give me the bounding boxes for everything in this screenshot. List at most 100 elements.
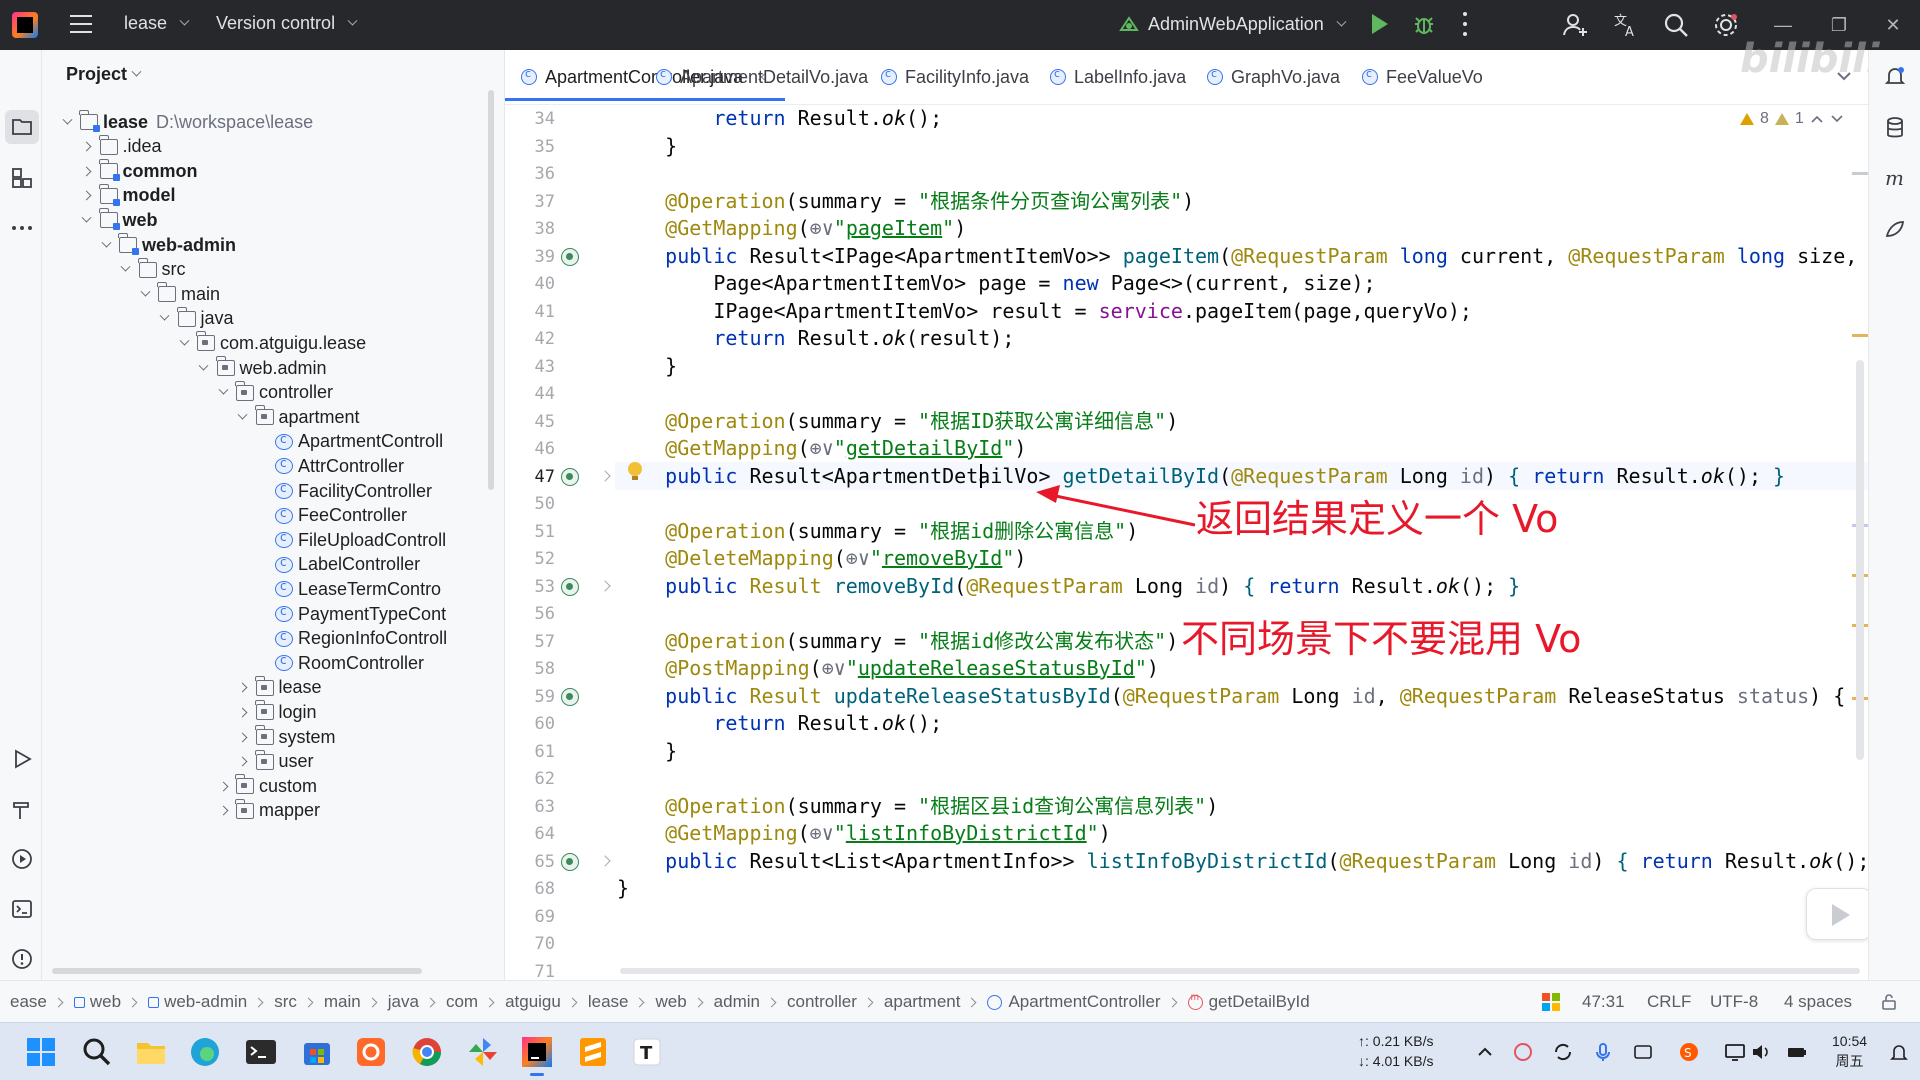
breadcrumb-item[interactable]: com: [446, 992, 478, 1012]
close-window-icon[interactable]: ✕: [1876, 8, 1910, 42]
database-icon[interactable]: [1883, 116, 1907, 140]
pinwheel-app-icon[interactable]: [466, 1035, 500, 1069]
build-hammer-icon[interactable]: [10, 797, 34, 821]
lock-icon[interactable]: [1880, 993, 1898, 1011]
run-tool-icon[interactable]: [10, 747, 34, 771]
project-horizontal-scrollbar[interactable]: [52, 968, 422, 974]
code-line[interactable]: }: [617, 874, 629, 902]
spring-mapping-gutter-icon[interactable]: [561, 577, 579, 596]
expand-arrow-down-icon[interactable]: [97, 236, 115, 254]
fold-chevron-icon[interactable]: [599, 469, 611, 482]
breadcrumb-item[interactable]: ApartmentController: [1008, 992, 1160, 1012]
breadcrumb-item[interactable]: apartment: [884, 992, 961, 1012]
tray-app-icon[interactable]: [1512, 1041, 1534, 1063]
project-panel-header[interactable]: Project: [66, 64, 142, 85]
expand-arrow-right-icon[interactable]: [78, 187, 96, 205]
expand-arrow-right-icon[interactable]: [214, 802, 232, 820]
breadcrumb-item[interactable]: ease: [10, 992, 47, 1012]
tree-node[interactable]: mapper: [214, 796, 320, 826]
indent-setting[interactable]: 4 spaces: [1784, 992, 1852, 1012]
expand-arrow-right-icon[interactable]: [234, 679, 252, 697]
caret-position[interactable]: 47:31: [1582, 992, 1625, 1012]
more-tools-icon[interactable]: [10, 216, 34, 240]
edge-browser-icon[interactable]: [188, 1035, 222, 1069]
code-line[interactable]: return Result.ok();: [617, 709, 942, 737]
taskbar-search-icon[interactable]: [80, 1035, 114, 1069]
code-line[interactable]: public Result<List<ApartmentInfo>> listI…: [617, 847, 1869, 875]
sublime-text-icon[interactable]: [576, 1035, 610, 1069]
project-vertical-scrollbar[interactable]: [488, 90, 494, 490]
spring-mapping-gutter-icon[interactable]: [561, 467, 579, 486]
run-icon[interactable]: [1372, 14, 1388, 34]
expand-arrow-right-icon[interactable]: [234, 728, 252, 746]
breadcrumb-item[interactable]: web: [90, 992, 121, 1012]
display-icon[interactable]: [1724, 1041, 1746, 1063]
file-encoding[interactable]: UTF-8: [1710, 992, 1758, 1012]
code-line[interactable]: public Result<ApartmentDetailVo> getDeta…: [617, 462, 1785, 490]
expand-arrow-right-icon[interactable]: [214, 777, 232, 795]
editor-tab[interactable]: GraphVo.java: [1207, 62, 1340, 92]
editor-horizontal-scrollbar[interactable]: [620, 968, 1860, 974]
typora-icon[interactable]: T: [630, 1035, 664, 1069]
code-line[interactable]: @GetMapping(⊕∨"listInfoByDistrictId"): [617, 819, 1111, 847]
code-line[interactable]: return Result.ok();: [617, 104, 942, 132]
main-menu-icon[interactable]: [70, 15, 92, 33]
code-line[interactable]: public Result updateReleaseStatusById(@R…: [617, 682, 1845, 710]
breadcrumb-item[interactable]: web-admin: [164, 992, 247, 1012]
office-app-icon[interactable]: [354, 1035, 388, 1069]
breadcrumb-item[interactable]: web: [655, 992, 686, 1012]
editor-tab[interactable]: FeeValueVo: [1362, 62, 1483, 92]
expand-arrow-down-icon[interactable]: [136, 285, 154, 303]
code-line[interactable]: @Operation(summary = "根据ID获取公寓详细信息"): [617, 407, 1178, 435]
problems-icon[interactable]: [10, 947, 34, 971]
more-actions-icon[interactable]: [1462, 12, 1468, 36]
project-switcher[interactable]: lease: [124, 13, 190, 34]
settings-gear-icon[interactable]: [1712, 11, 1740, 39]
plugin-icon[interactable]: [1883, 216, 1907, 240]
chevron-down-icon[interactable]: [1830, 114, 1844, 124]
store-app-icon[interactable]: [300, 1035, 334, 1069]
editor-tab[interactable]: LabelInfo.java: [1050, 62, 1186, 92]
sogou-input-icon[interactable]: S: [1678, 1041, 1700, 1063]
notification-center-icon[interactable]: [1888, 1041, 1910, 1063]
expand-arrow-right-icon[interactable]: [78, 162, 96, 180]
code-line[interactable]: }: [617, 352, 677, 380]
spring-mapping-gutter-icon[interactable]: [561, 687, 579, 706]
structure-icon[interactable]: [10, 166, 34, 190]
expand-arrow-down-icon[interactable]: [58, 113, 76, 131]
translate-icon[interactable]: 文A: [1612, 11, 1640, 39]
breadcrumb-item[interactable]: src: [274, 992, 297, 1012]
line-separator[interactable]: CRLF: [1647, 992, 1691, 1012]
code-line[interactable]: }: [617, 132, 677, 160]
app-logo-icon[interactable]: [12, 12, 38, 38]
code-line[interactable]: @Operation(summary = "根据id修改公寓发布状态"): [617, 627, 1178, 655]
spring-mapping-gutter-icon[interactable]: [561, 247, 579, 266]
code-line[interactable]: @GetMapping(⊕∨"pageItem"): [617, 214, 966, 242]
fold-chevron-icon[interactable]: [599, 579, 611, 592]
maven-icon[interactable]: m: [1883, 166, 1907, 190]
editor-tab[interactable]: FacilityInfo.java: [881, 62, 1029, 92]
debug-icon[interactable]: [1412, 12, 1436, 36]
services-icon[interactable]: [10, 847, 34, 871]
vcs-menu[interactable]: Version control: [216, 13, 358, 34]
chrome-browser-icon[interactable]: [410, 1035, 444, 1069]
sync-icon[interactable]: [1552, 1041, 1574, 1063]
terminal-app-icon[interactable]: [244, 1035, 278, 1069]
terminal-icon[interactable]: [10, 897, 34, 921]
breadcrumb-item[interactable]: main: [324, 992, 361, 1012]
volume-icon[interactable]: [1750, 1041, 1772, 1063]
code-line[interactable]: @Operation(summary = "根据id删除公寓信息"): [617, 517, 1138, 545]
input-method-icon[interactable]: [1632, 1041, 1654, 1063]
editor-tab[interactable]: ApartmentDetailVo.java: [656, 62, 868, 92]
chevron-up-icon[interactable]: [1810, 114, 1824, 124]
add-user-icon[interactable]: [1562, 11, 1590, 39]
code-line[interactable]: @DeleteMapping(⊕∨"removeById"): [617, 544, 1026, 572]
breadcrumb-item[interactable]: getDetailById: [1209, 992, 1310, 1012]
clock[interactable]: 10:54 周五: [1832, 1031, 1867, 1071]
video-play-button[interactable]: [1806, 888, 1872, 940]
editor-vertical-scrollbar[interactable]: [1856, 360, 1864, 760]
project-folder-icon[interactable]: [10, 114, 34, 138]
intellij-idea-icon[interactable]: [520, 1035, 554, 1069]
expand-arrow-down-icon[interactable]: [214, 384, 232, 402]
expand-arrow-right-icon[interactable]: [78, 138, 96, 156]
